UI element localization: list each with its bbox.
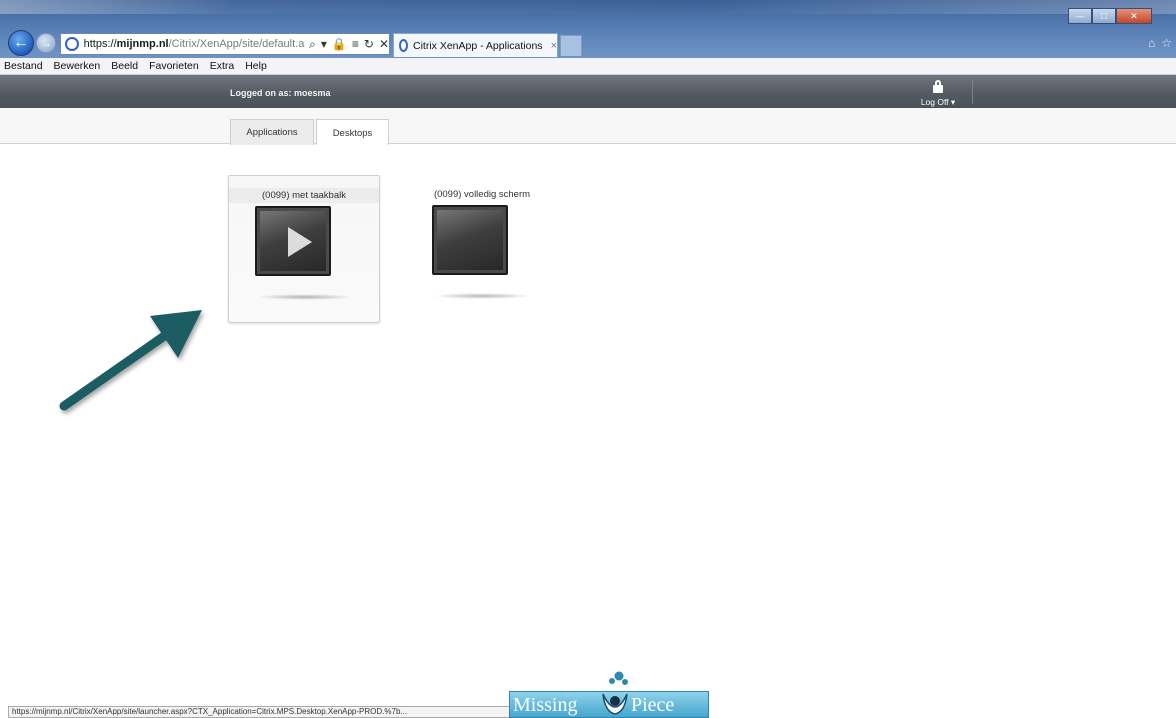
- desktop-name: (0099) met taakbalk: [229, 188, 379, 203]
- browser-tab-citrix[interactable]: Citrix XenApp - Applications ×: [393, 33, 558, 57]
- site-favicon-icon: [65, 37, 79, 51]
- page-tab-strip: [0, 108, 1176, 144]
- lock-icon[interactable]: 🔒: [332, 37, 347, 52]
- monitor-icon: [432, 205, 508, 275]
- tab-title: Citrix XenApp - Applications: [412, 39, 543, 52]
- browser-toolbar-icons: ⌂ ☆: [1148, 36, 1172, 50]
- refresh-icon[interactable]: ↻: [364, 37, 374, 52]
- address-path: /Citrix/XenApp/site/default.asp: [168, 38, 306, 50]
- address-tools: ⌕ ▾ 🔒 ≡ ↻ ✕: [309, 37, 389, 52]
- window-controls: — □ ✕: [1068, 8, 1152, 24]
- logged-on-text: Logged on as: moesma: [230, 88, 331, 98]
- annotation-arrow-icon: [59, 310, 202, 411]
- address-scheme: https://: [83, 38, 117, 50]
- padlock-icon: [933, 80, 943, 94]
- minimize-button[interactable]: —: [1068, 8, 1092, 24]
- play-icon: [288, 227, 312, 257]
- header-divider: [972, 80, 973, 104]
- status-bar-url: https://mijnmp.nl/Citrix/XenApp/site/lau…: [8, 706, 512, 718]
- menu-item-bewerken[interactable]: Bewerken: [54, 60, 101, 72]
- menu-bar: Bestand Bewerken Beeld Favorieten Extra …: [0, 58, 1176, 75]
- menu-item-favorieten[interactable]: Favorieten: [149, 60, 199, 72]
- tab-favicon-icon: [399, 39, 408, 52]
- favorites-star-icon[interactable]: ☆: [1161, 36, 1172, 50]
- stop-icon[interactable]: ✕: [379, 37, 389, 52]
- logo-word-right: Piece: [631, 694, 675, 716]
- search-icon[interactable]: ⌕: [309, 37, 316, 52]
- maximize-button[interactable]: □: [1092, 8, 1116, 24]
- menu-item-help[interactable]: Help: [245, 60, 267, 72]
- menu-item-bestand[interactable]: Bestand: [4, 60, 43, 72]
- tab-applications[interactable]: Applications: [230, 119, 314, 145]
- tab-close-icon[interactable]: ×: [551, 40, 557, 52]
- tile-reflection: [434, 293, 530, 299]
- dropdown-icon[interactable]: ▾: [321, 37, 327, 52]
- back-arrow-icon: ←: [13, 34, 29, 51]
- logo-figure-icon: [602, 671, 628, 715]
- menu-item-extra[interactable]: Extra: [210, 60, 235, 72]
- forward-arrow-icon: →: [40, 36, 52, 50]
- close-button[interactable]: ✕: [1116, 8, 1152, 24]
- logo-word-left: Missing: [513, 694, 578, 716]
- log-off-label: Log Off ▾: [920, 97, 956, 107]
- desktop-tile-met-taakbalk[interactable]: (0099) met taakbalk: [228, 175, 380, 323]
- missing-piece-logo: Missing Piece: [509, 668, 709, 718]
- home-icon[interactable]: ⌂: [1148, 36, 1155, 50]
- titlebar-glare: [0, 0, 1176, 14]
- desktop-name: (0099) volledig scherm: [433, 189, 531, 200]
- back-button[interactable]: ←: [8, 30, 34, 56]
- address-text[interactable]: https://mijnmp.nl/Citrix/XenApp/site/def…: [84, 38, 306, 50]
- desktop-tile-volledig-scherm[interactable]: (0099) volledig scherm: [406, 175, 558, 323]
- monitor-icon: [255, 206, 331, 276]
- citrix-header: [0, 75, 1176, 108]
- forward-button[interactable]: →: [36, 33, 56, 53]
- desktops-panel: (0099) met taakbalk (0099) volledig sche…: [0, 145, 1176, 705]
- log-off-button[interactable]: Log Off ▾: [914, 80, 962, 108]
- address-bar[interactable]: https://mijnmp.nl/Citrix/XenApp/site/def…: [60, 33, 390, 55]
- tab-desktops[interactable]: Desktops: [316, 119, 389, 146]
- compat-view-icon[interactable]: ≡: [352, 37, 359, 52]
- new-tab-button[interactable]: [560, 35, 582, 56]
- tile-reflection: [257, 294, 353, 300]
- menu-item-beeld[interactable]: Beeld: [111, 60, 138, 72]
- address-host: mijnmp.nl: [116, 38, 169, 50]
